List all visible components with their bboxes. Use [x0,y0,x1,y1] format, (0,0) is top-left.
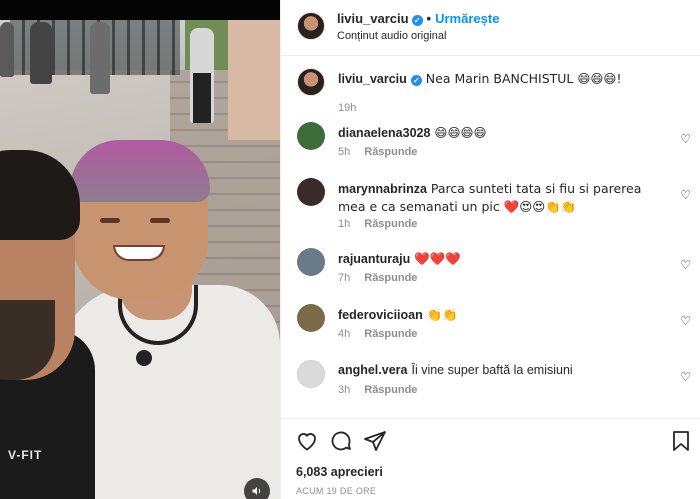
comment-item: anghel.vera Îi vine super baftă la emisiu… [281,360,700,400]
reply-button[interactable]: Răspunde [364,384,417,396]
caption-body: liviu_varciu ✓ Nea Marin BANCHISTUL 😄😄😄! [338,70,668,88]
post-actions: 6,083 aprecieri ACUM 19 DE ORE [281,418,700,499]
man-eye [100,218,120,223]
likes-count[interactable]: 6,083 aprecieri [296,465,383,479]
post-header: liviu_varciu ✓ • Urmărește Conținut audio o… [281,0,700,56]
reply-button[interactable]: Răspunde [364,218,417,230]
background-person [190,28,214,123]
man-eye [150,218,170,223]
bookmark-icon[interactable] [669,429,693,453]
comment-time: 1h [338,218,351,230]
comment-username[interactable]: marynnabrinza [338,182,427,196]
comment-meta: 1h Răspunde [338,218,417,230]
comment-username[interactable]: rajuanturaju [338,252,410,266]
comment-body: federoviciioan 👏👏 [338,306,668,324]
share-icon[interactable] [363,429,387,453]
comment-body: dianaelena3028 😄😄😄😄 [338,124,668,142]
author-username[interactable]: liviu_varciu [337,11,409,26]
reply-button[interactable]: Răspunde [364,146,417,158]
like-comment-heart-icon[interactable]: ♡ [680,258,691,272]
caption-time: 19h [338,102,357,114]
background-person [90,22,110,94]
lapel-mic [136,350,152,366]
audio-link[interactable]: Conținut audio original [337,30,446,42]
comment-time: 4h [338,328,351,340]
background-person-legs [193,73,211,123]
comment-time: 3h [338,384,351,396]
comment-body: rajuanturaju ❤️❤️❤️ [338,250,668,268]
caption-username[interactable]: liviu_varciu [338,72,407,86]
commenter-avatar[interactable] [297,122,325,150]
comment-icon[interactable] [329,429,353,453]
reply-button[interactable]: Răspunde [364,328,417,340]
follow-button[interactable]: Urmărește [435,11,499,26]
comment-item: federoviciioan 👏👏 4h Răspunde ♡ [281,304,700,344]
comment-item: dianaelena3028 😄😄😄😄 5h Răspunde ♡ [281,122,700,162]
caption-avatar[interactable] [297,68,325,96]
commenter-avatar[interactable] [297,360,325,388]
post-media-video[interactable]: V-FIT [0,0,280,499]
video-top-bar [0,0,280,20]
background-person [0,22,14,77]
commenter-avatar[interactable] [297,178,325,206]
comment-text: 😄😄😄😄 [434,125,487,140]
comment-username[interactable]: anghel.vera [338,363,407,377]
commenter-avatar[interactable] [297,248,325,276]
separator-dot: • [426,11,432,26]
verified-badge-icon: ✓ [411,15,423,26]
reply-button[interactable]: Răspunde [364,272,417,284]
background-person [30,22,52,84]
post-caption: liviu_varciu ✓ Nea Marin BANCHISTUL 😄😄😄! 1… [281,68,700,118]
comment-text: Îi vine super baftă la emisiuni [411,363,573,377]
speaker-icon[interactable] [244,478,270,499]
man-smile [113,245,165,261]
like-comment-heart-icon[interactable]: ♡ [680,188,691,202]
caption-text: Nea Marin BANCHISTUL 😄😄😄! [425,71,622,86]
comment-meta: 5h Răspunde [338,146,417,158]
comment-time: 5h [338,146,351,158]
heart-icon[interactable] [295,429,319,453]
caption-meta: 19h [338,102,356,114]
verified-badge-icon: ✓ [410,75,422,86]
comment-meta: 7h Răspunde [338,272,417,284]
speaker-icon-glyph [252,487,261,495]
author-line: liviu_varciu ✓ • Urmărește [337,11,499,26]
comment-meta: 3h Răspunde [338,384,417,396]
comment-username[interactable]: dianaelena3028 [338,126,430,140]
post-side-panel: liviu_varciu ✓ • Urmărește Conținut audio o… [280,0,700,499]
comment-text: ❤️❤️❤️ [414,251,461,266]
comment-item: rajuanturaju ❤️❤️❤️ 7h Răspunde ♡ [281,248,700,288]
author-avatar[interactable] [297,12,325,40]
comment-item: marynnabrinza Parca sunteti tata si fiu s… [281,178,700,238]
post-timestamp: ACUM 19 DE ORE [296,486,377,496]
commenter-avatar[interactable] [297,304,325,332]
comments-list: liviu_varciu ✓ Nea Marin BANCHISTUL 😄😄😄! 1… [281,56,700,416]
background-wall [228,20,280,140]
shirt-logo-text: V-FIT [8,448,43,462]
comment-text: 👏👏 [426,307,458,322]
comment-body: anghel.vera Îi vine super baftă la emisiu… [338,362,668,379]
like-comment-heart-icon[interactable]: ♡ [680,314,691,328]
man-hair [70,140,210,202]
comment-body: marynnabrinza Parca sunteti tata si fiu s… [338,180,668,216]
like-comment-heart-icon[interactable]: ♡ [680,132,691,146]
comment-username[interactable]: federoviciioan [338,308,423,322]
comment-time: 7h [338,272,351,284]
like-comment-heart-icon[interactable]: ♡ [680,370,691,384]
comment-meta: 4h Răspunde [338,328,417,340]
